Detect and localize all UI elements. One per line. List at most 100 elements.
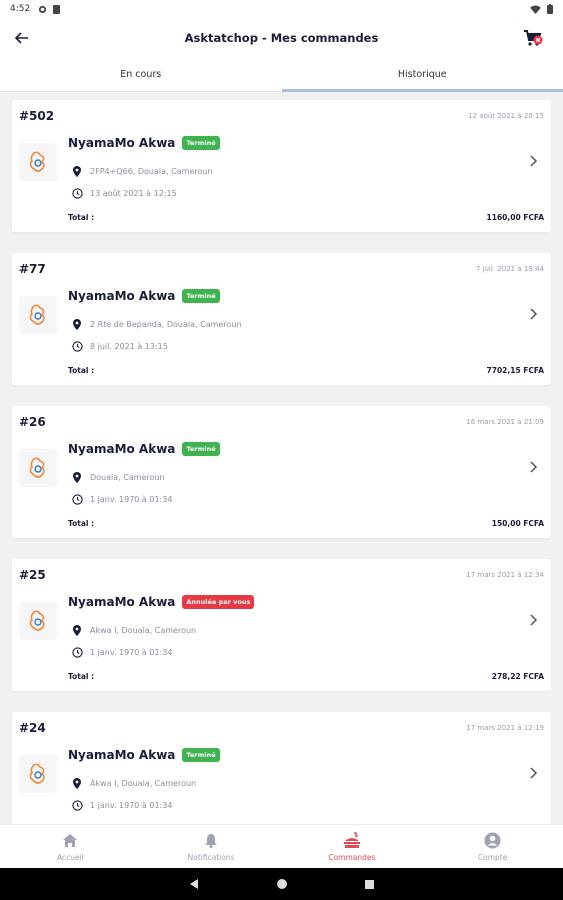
- address-text: 2 Rte de Bepanda, Douala, Cameroun: [90, 320, 242, 329]
- order-card[interactable]: #25 17 mars 2021 à 12:34 NyamaMo Akwa Ann…: [12, 559, 551, 691]
- ordered-at-text: 1 janv. 1970 à 01:34: [90, 648, 173, 657]
- chevron-right-icon[interactable]: [527, 154, 539, 168]
- ordered-at-text: 1 janv. 1970 à 01:34: [90, 495, 173, 504]
- nav-label: Compte: [477, 852, 508, 862]
- cart-icon: [524, 30, 543, 46]
- address-line: Akwa I, Douala, Cameroun: [70, 778, 196, 789]
- restaurant-logo-icon: [29, 457, 45, 478]
- restaurant-logo-icon: [29, 304, 45, 325]
- clock-icon: [71, 494, 83, 505]
- ordered-at-line: 13 août 2021 à 12:15: [70, 188, 177, 199]
- status-badge: Annulée par vous: [182, 595, 255, 609]
- order-date: 17 mars 2021 à 12:34: [466, 571, 544, 579]
- restaurant-name-text: NyamaMo Akwa: [68, 289, 176, 303]
- status-bar: 4:52: [0, 0, 563, 18]
- chevron-right-icon[interactable]: [527, 766, 539, 780]
- sd-card-status-icon: [53, 4, 61, 14]
- bell-icon: [205, 834, 218, 848]
- order-date: 12 août 2021 à 20:15: [468, 112, 544, 120]
- restaurant-name-text: NyamaMo Akwa: [68, 136, 176, 150]
- location-pin-icon: [73, 778, 81, 789]
- address-line: 2FP4+Q66, Douala, Cameroun: [70, 166, 212, 177]
- order-date: 16 mars 2021 à 21:09: [466, 418, 544, 426]
- nav-accueil[interactable]: Accueil: [0, 825, 141, 868]
- order-card[interactable]: #502 12 août 2021 à 20:15 NyamaMo Akwa Te…: [12, 100, 551, 232]
- cart-button[interactable]: [521, 26, 545, 50]
- page-title: Asktatchop - Mes commandes: [184, 31, 379, 45]
- restaurant-name-text: NyamaMo Akwa: [68, 442, 176, 456]
- tab-en-cours[interactable]: En cours: [0, 58, 282, 91]
- order-number: #77: [19, 262, 46, 276]
- restaurant-name: NyamaMo Akwa Terminé: [68, 289, 220, 303]
- order-date: 7 juil. 2021 à 19:44: [475, 265, 544, 273]
- chevron-right-icon[interactable]: [527, 613, 539, 627]
- battery-icon: [547, 4, 553, 14]
- total-label: Total :: [68, 366, 95, 375]
- order-card[interactable]: #24 17 mars 2021 à 12:19 NyamaMo Akwa Ter…: [12, 712, 551, 824]
- status-time: 4:52: [10, 4, 31, 14]
- ordered-at-text: 13 août 2021 à 12:15: [90, 189, 177, 198]
- order-card[interactable]: #77 7 juil. 2021 à 19:44 NyamaMo Akwa Ter…: [12, 253, 551, 385]
- ordered-at-text: 1 janv. 1970 à 01:34: [90, 801, 173, 810]
- status-badge: Terminé: [182, 136, 220, 150]
- restaurant-logo: [19, 755, 57, 793]
- wifi-icon: [530, 4, 541, 14]
- ordered-at-line: 1 janv. 1970 à 01:34: [70, 647, 172, 658]
- status-badge: Terminé: [182, 442, 220, 456]
- chevron-right-icon[interactable]: [527, 307, 539, 321]
- order-total: 278,22 FCFA: [491, 672, 544, 681]
- ordered-at-line: 8 juil. 2021 à 13:15: [70, 341, 168, 352]
- clock-icon: [71, 800, 83, 811]
- ordered-at-text: 8 juil. 2021 à 13:15: [90, 342, 168, 351]
- order-card[interactable]: #26 16 mars 2021 à 21:09 NyamaMo Akwa Ter…: [12, 406, 551, 538]
- status-badge: Terminé: [182, 748, 220, 762]
- nav-label: Notifications: [187, 852, 235, 862]
- order-tabs: En cours Historique: [0, 58, 563, 92]
- location-pin-icon: [73, 625, 81, 636]
- nav-notifications[interactable]: Notifications: [141, 825, 282, 868]
- system-back-icon[interactable]: [188, 878, 200, 890]
- restaurant-logo-icon: [29, 151, 45, 172]
- address-text: 2FP4+Q66, Douala, Cameroun: [90, 167, 213, 176]
- account-icon: [484, 832, 501, 849]
- settings-status-icon: [39, 5, 47, 13]
- nav-label: Commandes: [328, 852, 376, 862]
- order-total: 150,00 FCFA: [491, 519, 544, 528]
- address-line: 2 Rte de Bepanda, Douala, Cameroun: [70, 319, 241, 330]
- system-recents-icon[interactable]: [364, 879, 375, 890]
- address-line: Akwa I, Douala, Cameroun: [70, 625, 196, 636]
- restaurant-name-text: NyamaMo Akwa: [68, 748, 176, 762]
- order-history-list[interactable]: #502 12 août 2021 à 20:15 NyamaMo Akwa Te…: [0, 92, 563, 824]
- restaurant-logo: [19, 602, 57, 640]
- ordered-at-line: 1 janv. 1970 à 01:34: [70, 494, 172, 505]
- restaurant-name: NyamaMo Akwa Annulée par vous: [68, 595, 255, 609]
- order-date: 17 mars 2021 à 12:19: [466, 724, 544, 732]
- status-badge: Terminé: [182, 289, 220, 303]
- address-text: Akwa I, Douala, Cameroun: [90, 779, 197, 788]
- order-number: #26: [19, 415, 46, 429]
- nav-compte[interactable]: Compte: [422, 825, 563, 868]
- tab-historique[interactable]: Historique: [281, 58, 563, 92]
- chevron-right-icon[interactable]: [527, 460, 539, 474]
- restaurant-logo: [19, 449, 57, 487]
- restaurant-logo-icon: [29, 763, 45, 784]
- total-label: Total :: [68, 213, 95, 222]
- app-bar: Asktatchop - Mes commandes: [0, 18, 563, 58]
- system-home-icon[interactable]: [276, 878, 288, 890]
- clock-icon: [71, 647, 83, 658]
- total-label: Total :: [68, 519, 95, 528]
- order-number: #25: [19, 568, 46, 582]
- nav-commandes[interactable]: Commandes: [282, 825, 423, 868]
- order-number: #502: [19, 109, 55, 123]
- arrow-left-icon: [15, 32, 28, 44]
- back-button[interactable]: [10, 26, 34, 50]
- restaurant-logo: [19, 296, 57, 334]
- order-number: #24: [19, 721, 46, 735]
- restaurant-name: NyamaMo Akwa Terminé: [68, 748, 220, 762]
- restaurant-name: NyamaMo Akwa Terminé: [68, 136, 220, 150]
- clock-icon: [71, 341, 83, 352]
- address-line: Douala, Cameroun: [70, 472, 165, 483]
- total-label: Total :: [68, 672, 95, 681]
- order-total: 7702,15 FCFA: [486, 366, 544, 375]
- restaurant-logo: [19, 143, 57, 181]
